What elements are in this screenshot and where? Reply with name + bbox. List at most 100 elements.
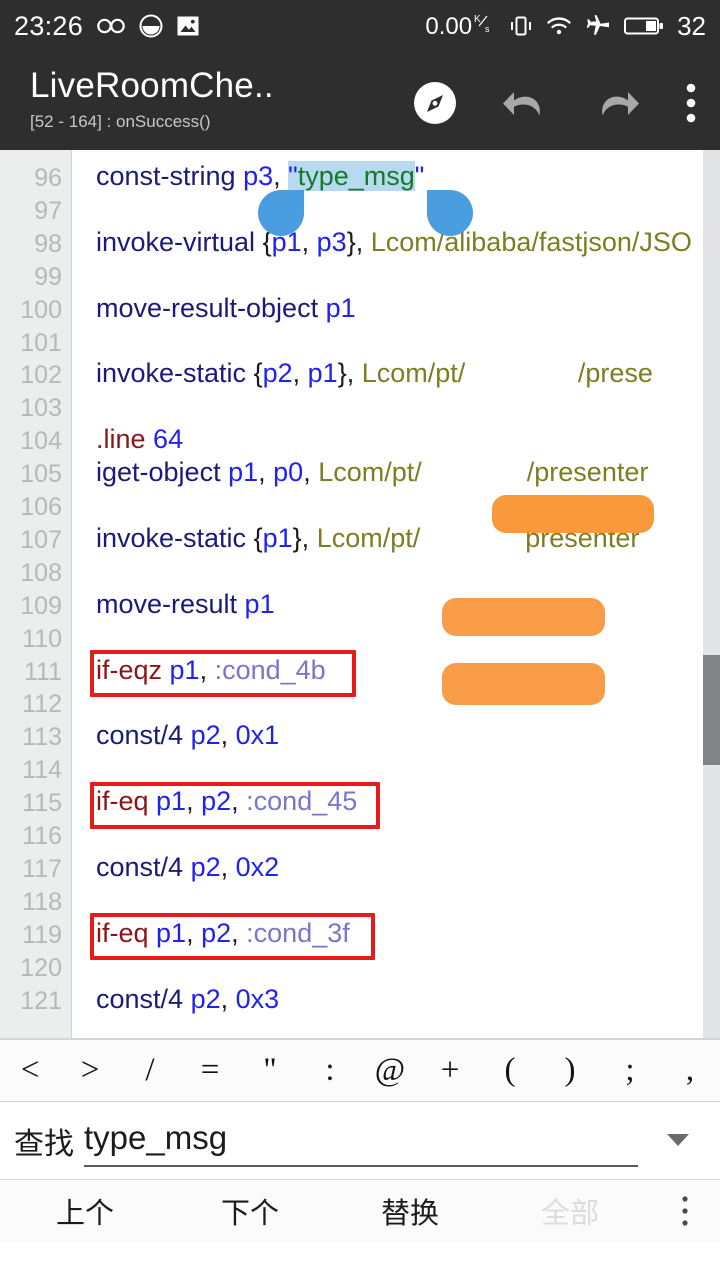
redo-icon[interactable] (592, 83, 642, 123)
code-token: } (337, 358, 347, 389)
code-token: p2 (190, 983, 221, 1014)
symbol-key[interactable]: > (60, 1054, 120, 1087)
symbol-key[interactable]: " (240, 1054, 300, 1087)
editor-scrollbar-track[interactable] (703, 150, 720, 1040)
code-line[interactable]: const/4 p2, 0x2 (96, 852, 279, 883)
code-token: p1 (325, 292, 356, 323)
code-token: Lcom/pt/ (316, 522, 421, 553)
search-underline (84, 1164, 638, 1167)
code-token: 0x3 (235, 983, 280, 1014)
red-box-cond-45 (90, 782, 380, 829)
editor-bottom-edge (0, 1038, 720, 1040)
code-editor[interactable]: 96 97 98 99 100 101 102 103 104 105 106 107 108 109 11… (0, 150, 720, 1040)
code-line[interactable]: invoke-static {p2, p1}, Lcom/pt/ /prese (96, 358, 653, 389)
page-subtitle: [52 - 164] : onSuccess() (30, 111, 211, 131)
editor-scrollbar-thumb[interactable] (703, 655, 720, 765)
svg-text:K: K (474, 14, 481, 25)
code-token: move-result-object (96, 292, 326, 323)
find-action-bar[interactable]: 上个 下个 替换 全部 (0, 1180, 720, 1242)
code-token: , (301, 522, 317, 553)
code-line[interactable]: const/4 p2, 0x3 (96, 984, 279, 1015)
code-token: invoke-static (96, 358, 254, 389)
search-label: 查找 (14, 1127, 74, 1161)
network-speed-unit: Ks (474, 12, 496, 37)
code-token: invoke-virtual (96, 226, 263, 257)
network-speed: 0.00 Ks (425, 12, 496, 41)
symbol-key[interactable]: , (660, 1054, 720, 1087)
selection-handle-right[interactable] (427, 190, 473, 236)
code-token: p0 (273, 457, 304, 488)
code-token: /presenter (526, 457, 649, 488)
overflow-menu-icon[interactable] (650, 1195, 720, 1227)
status-bar-right: 0.00 Ks 32 (425, 11, 706, 42)
symbol-key[interactable]: ) (540, 1054, 600, 1087)
code-token: iget-object (96, 457, 229, 488)
code-token: move-result (96, 588, 245, 619)
code-token: , (220, 851, 236, 882)
replace-all-button[interactable]: 全部 (490, 1190, 650, 1232)
red-box-cond-4b (90, 650, 356, 697)
chevron-down-icon[interactable] (650, 1125, 706, 1156)
code-content[interactable]: const-string p3, "type_msg" invoke-virtua… (0, 150, 720, 1040)
symbol-toolbar[interactable]: < > / = ": @ +();, (0, 1040, 720, 1102)
code-token: /prese (577, 358, 653, 389)
code-token: , (346, 358, 362, 389)
code-token: const/4 (96, 983, 191, 1014)
orange-redaction-line-102 (492, 495, 654, 533)
selection-handle-left[interactable] (258, 190, 304, 236)
vibrate-icon (509, 14, 533, 38)
app-bar: LiveRoomChe.. [52 - 164] : onSuccess() (0, 52, 720, 150)
code-token: const/4 (96, 720, 191, 751)
code-token: 64 (153, 424, 184, 455)
symbol-key[interactable]: + (420, 1054, 480, 1087)
symbol-key[interactable]: < (0, 1054, 60, 1087)
code-token: , (220, 720, 236, 751)
code-line[interactable]: const/4 p2, 0x1 (96, 720, 279, 751)
svg-text:s: s (485, 24, 490, 34)
code-token: , (258, 457, 274, 488)
code-token: p1 (244, 588, 275, 619)
undo-icon[interactable] (500, 83, 550, 123)
symbol-key[interactable]: : (300, 1054, 360, 1087)
overflow-menu-icon[interactable] (684, 81, 698, 125)
find-previous-button[interactable]: 上个 (0, 1190, 170, 1232)
code-token: Lcom/alibaba/fastjson/JSO (370, 226, 692, 257)
orange-redaction-line-107 (442, 663, 605, 705)
code-token: p2 (190, 720, 221, 751)
code-token: p3 (316, 226, 347, 257)
code-line[interactable]: const-string p3, "type_msg" (96, 161, 424, 192)
code-token: , (303, 457, 319, 488)
search-field-wrapper[interactable] (84, 1113, 650, 1169)
code-token: Lcom/pt/ (318, 457, 422, 488)
code-token: const/4 (96, 851, 191, 882)
code-token: p2 (262, 358, 293, 389)
navigate-icon[interactable] (412, 80, 458, 126)
status-clock: 23:26 (14, 10, 84, 41)
code-line[interactable]: iget-object p1, p0, Lcom/pt/ /presenter (96, 457, 648, 488)
code-line[interactable]: move-result-object p1 (96, 293, 356, 324)
app-bar-actions (412, 62, 704, 126)
symbol-key[interactable]: ( (480, 1054, 540, 1087)
replace-button[interactable]: 替换 (330, 1190, 490, 1232)
symbol-key[interactable]: @ (360, 1054, 420, 1087)
find-next-button[interactable]: 下个 (170, 1190, 330, 1232)
symbol-key[interactable]: ; (600, 1054, 660, 1087)
symbol-key[interactable]: = (180, 1054, 240, 1087)
code-line[interactable]: invoke-virtual {p1, p3}, Lcom/alibaba/fa… (96, 227, 692, 258)
code-token: , (301, 226, 317, 257)
battery-icon (624, 15, 664, 37)
code-line[interactable]: .line 64 (96, 424, 183, 455)
code-token: , (220, 983, 236, 1014)
code-token: const-string (96, 161, 244, 191)
search-row[interactable]: 查找 (0, 1102, 720, 1180)
code-token: p1 (307, 358, 338, 389)
status-bar-left: 23:26 (14, 11, 200, 42)
search-input[interactable] (84, 1118, 650, 1163)
symbol-key[interactable]: / (120, 1054, 180, 1087)
code-line[interactable]: move-result p1 (96, 589, 275, 620)
code-token: p1 (262, 522, 293, 553)
code-token: p2 (190, 851, 221, 882)
code-token: Lcom/pt/ (361, 358, 466, 389)
